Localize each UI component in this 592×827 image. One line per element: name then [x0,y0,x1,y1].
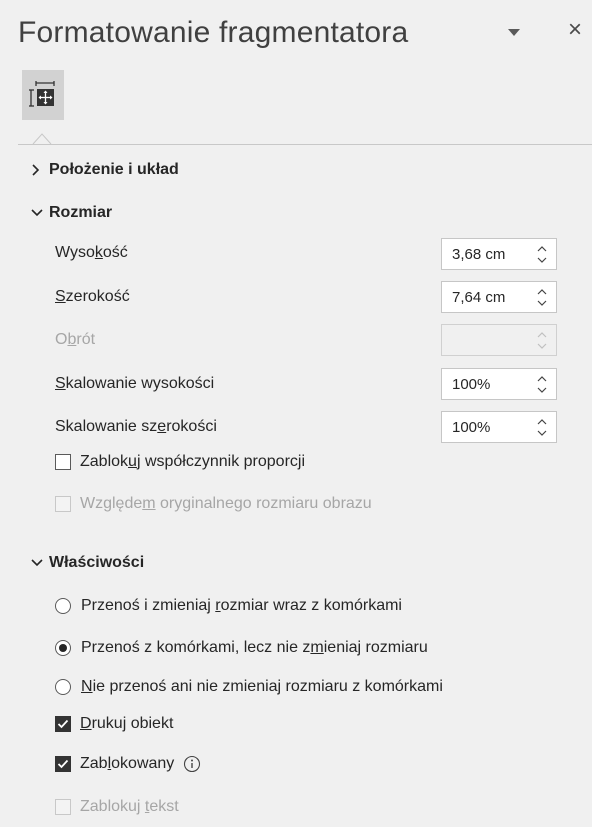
info-icon[interactable] [183,755,201,773]
section-properties[interactable]: Właściwości [31,551,144,575]
scale-width-label: Skalowanie szerokości [55,418,217,435]
spinner-arrows-icon[interactable] [528,282,556,312]
lock-aspect-label: Zablokuj współczynnik proporcji [80,453,305,470]
size-properties-icon [29,81,55,107]
height-spinner[interactable]: 3,68 cm [441,238,557,270]
separator [18,144,592,145]
locked-label: Zablokowany [80,755,175,772]
chevron-right-icon [31,164,49,176]
pane-options-dropdown-icon[interactable] [506,24,522,40]
section-label: Rozmiar [49,204,113,221]
close-icon[interactable]: × [563,18,587,42]
radio-label: Przenoś z komórkami, lecz nie zmieniaj r… [81,639,428,656]
height-value[interactable]: 3,68 cm [442,246,528,263]
radio-move-and-size[interactable]: Przenoś i zmieniaj rozmiar wraz z komórk… [55,597,402,615]
radio-label: Nie przenoś ani nie zmieniaj rozmiaru z … [81,678,443,695]
chevron-down-icon [31,558,49,568]
locked-checkbox[interactable]: Zablokowany [55,755,201,773]
spinner-arrows-icon[interactable] [528,369,556,399]
scale-height-label: Skalowanie wysokości [55,375,215,392]
rotation-spinner [441,324,557,356]
width-label: Szerokość [55,288,130,305]
lock-text-checkbox: Zablokuj tekst [55,798,179,816]
section-label: Właściwości [49,554,145,571]
section-position-layout[interactable]: Położenie i układ [31,158,179,182]
scale-width-spinner[interactable]: 100% [441,411,557,443]
pane-header: Formatowanie fragmentatora × [0,0,592,68]
section-size[interactable]: Rozmiar [31,201,112,225]
checkbox-icon[interactable] [55,454,71,470]
radio-icon[interactable] [55,679,71,695]
section-label: Położenie i układ [49,161,179,178]
height-label: Wysokość [55,244,128,261]
pane-title: Formatowanie fragmentatora [18,16,409,49]
checkbox-checked-icon[interactable] [55,756,71,772]
checkbox-checked-icon[interactable] [55,716,71,732]
radio-label: Przenoś i zmieniaj rozmiar wraz z komórk… [81,597,402,614]
print-object-checkbox[interactable]: Drukuj obiekt [55,715,173,733]
rotation-label: Obrót [55,331,96,348]
lock-text-label: Zablokuj tekst [80,798,179,815]
radio-no-move-no-size[interactable]: Nie przenoś ani nie zmieniaj rozmiaru z … [55,678,443,696]
scale-width-value[interactable]: 100% [442,419,528,436]
radio-selected-icon[interactable] [55,640,71,656]
lock-aspect-checkbox[interactable]: Zablokuj współczynnik proporcji [55,453,305,471]
width-spinner[interactable]: 7,64 cm [441,281,557,313]
relative-original-checkbox: Względem oryginalnego rozmiaru obrazu [55,495,372,513]
print-object-label: Drukuj obiekt [80,715,174,732]
checkbox-icon [55,496,71,512]
relative-original-label: Względem oryginalnego rozmiaru obrazu [80,495,372,512]
tab-size-properties[interactable] [22,70,64,120]
radio-icon[interactable] [55,598,71,614]
width-value[interactable]: 7,64 cm [442,289,528,306]
checkbox-icon [55,799,71,815]
scale-height-value[interactable]: 100% [442,376,528,393]
radio-move-no-size[interactable]: Przenoś z komórkami, lecz nie zmieniaj r… [55,639,428,657]
chevron-down-icon [31,208,49,218]
spinner-arrows-icon[interactable] [528,412,556,442]
spinner-arrows-icon[interactable] [528,239,556,269]
spinner-arrows-icon [528,325,556,355]
scale-height-spinner[interactable]: 100% [441,368,557,400]
